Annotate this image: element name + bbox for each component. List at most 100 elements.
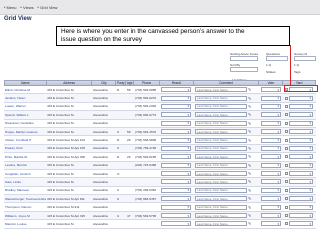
yard-select[interactable]: ▾ [289,129,313,135]
survey-id-select[interactable] [294,56,316,61]
comment-input[interactable]: Last Name, First Name [195,213,247,219]
questions-select[interactable] [266,56,288,61]
yard-checkbox[interactable] [285,138,288,142]
vote-select[interactable]: ▾ [261,154,281,160]
result-select[interactable]: ▾ [161,112,191,118]
pencil-icon[interactable]: ✎ [248,188,251,193]
yard-select[interactable]: ▾ [289,221,313,227]
vote-select[interactable]: ▾ [261,171,281,177]
pencil-icon[interactable]: ✎ [248,163,251,168]
pencil-icon[interactable]: ✎ [248,179,251,184]
result-select[interactable]: ▾ [161,129,191,135]
cell-name[interactable]: Thompson, Damon [4,205,46,209]
col-result[interactable]: Result [160,81,194,85]
yard-checkbox[interactable] [285,188,288,192]
views-menu[interactable]: ▸ Views [21,5,34,10]
yard-select[interactable]: ▾ [289,204,313,210]
col-comment[interactable]: Comment [194,81,260,85]
pencil-icon[interactable]: ✎ [248,213,251,218]
pencil-icon[interactable]: ✎ [248,221,251,226]
cell-name[interactable]: Mancini, Louise [4,222,46,226]
yard-select[interactable]: ▾ [289,179,313,185]
yard-checkbox[interactable] [285,96,288,100]
pencil-icon[interactable]: ✎ [248,138,251,143]
comment-input[interactable]: Last Name, First Name [195,204,247,210]
vote-select[interactable]: ▾ [261,137,281,143]
vote-select[interactable]: ▾ [261,120,281,126]
cell-name[interactable]: Williams, Joyce M [4,214,46,218]
yard-select[interactable]: ▾ [289,213,313,219]
cell-name[interactable]: Gale, Linda [4,180,46,184]
cell-name[interactable]: Lowen, Warren [4,104,46,108]
yard-select[interactable]: ▾ [289,112,313,118]
vote-select[interactable]: ▾ [261,145,281,151]
yard-checkbox[interactable] [285,205,288,209]
comment-input[interactable]: Last Name, First Name [195,171,247,177]
cell-name[interactable]: Coughlan, Linda S [4,172,46,176]
result-select[interactable]: ▾ [161,137,191,143]
vote-select[interactable]: ▾ [261,103,281,109]
comment-input[interactable]: Last Name, First Name [195,137,247,143]
pencil-icon[interactable]: ✎ [248,146,251,151]
cell-name[interactable]: Nicastroni, Geraldine [4,121,46,125]
comment-input[interactable]: Last Name, First Name [195,87,247,93]
yard-select[interactable]: ▾ [289,196,313,202]
vote-select[interactable]: ▾ [261,95,281,101]
yard-checkbox[interactable] [285,104,288,108]
vote-select[interactable]: ▾ [261,204,281,210]
cell-name[interactable]: Pinto, Martha W [4,155,46,159]
vote-select[interactable]: ▾ [261,87,281,93]
result-select[interactable]: ▾ [161,120,191,126]
result-select[interactable]: ▾ [161,95,191,101]
yard-select[interactable]: ▾ [289,145,313,151]
yard-select[interactable]: ▾ [289,187,313,193]
comment-input[interactable]: Last Name, First Name [195,154,247,160]
result-select[interactable]: ▾ [161,221,191,227]
result-select[interactable]: ▾ [161,187,191,193]
result-select[interactable]: ▾ [161,204,191,210]
col-vote[interactable]: Vote [259,81,284,85]
sort-field-select[interactable]: Last Name [230,67,258,82]
yard-checkbox[interactable] [285,121,288,125]
col-city[interactable]: City [92,81,117,85]
vote-select[interactable]: ▾ [261,187,281,193]
yard-select[interactable]: ▾ [289,171,313,177]
yard-checkbox[interactable] [285,163,288,167]
grid-view-menu[interactable]: ▸ Grid View [38,5,58,10]
result-select[interactable]: ▾ [161,162,191,168]
comment-input[interactable]: Last Name, First Name [195,129,247,135]
col-party[interactable]: Party [116,81,127,85]
pencil-icon[interactable]: ✎ [248,154,251,159]
yard-select[interactable]: ▾ [289,162,313,168]
cell-name[interactable]: Paolan, Petri [4,146,46,150]
yard-checkbox[interactable] [285,222,288,226]
yard-select[interactable]: ▾ [289,120,313,126]
result-select[interactable]: ▾ [161,196,191,202]
vote-select[interactable]: ▾ [261,221,281,227]
pencil-icon[interactable]: ✎ [248,87,251,92]
yard-checkbox[interactable] [285,172,288,176]
result-select[interactable]: ▾ [161,213,191,219]
col-name[interactable]: Name [5,81,47,85]
cell-name[interactable]: Elliott, Christine M [4,88,46,92]
vote-select[interactable]: ▾ [261,179,281,185]
yard-select[interactable]: ▾ [289,103,313,109]
yard-checkbox[interactable] [285,130,288,134]
comment-input[interactable]: Last Name, First Name [195,145,247,151]
result-select[interactable]: ▾ [161,154,191,160]
comment-input[interactable]: Last Name, First Name [195,196,247,202]
cell-name[interactable]: Spendl, William L [4,113,46,117]
menu-button[interactable]: ▸ Menu [4,5,17,10]
cell-name[interactable]: Bradley, Maureen [4,188,46,192]
cell-name[interactable]: Lestina, Merrick [4,163,46,167]
yard-select[interactable]: ▾ [289,95,313,101]
result-select[interactable]: ▾ [161,171,191,177]
vote-select[interactable]: ▾ [261,162,281,168]
vote-select[interactable]: ▾ [261,213,281,219]
comment-input[interactable]: Last Name, First Name [195,95,247,101]
vote-select[interactable]: ▾ [261,129,281,135]
pencil-icon[interactable]: ✎ [248,171,251,176]
pencil-icon[interactable]: ✎ [248,205,251,210]
comment-input[interactable]: Last Name, First Name [195,221,247,227]
yard-select[interactable]: ▾ [289,137,313,143]
